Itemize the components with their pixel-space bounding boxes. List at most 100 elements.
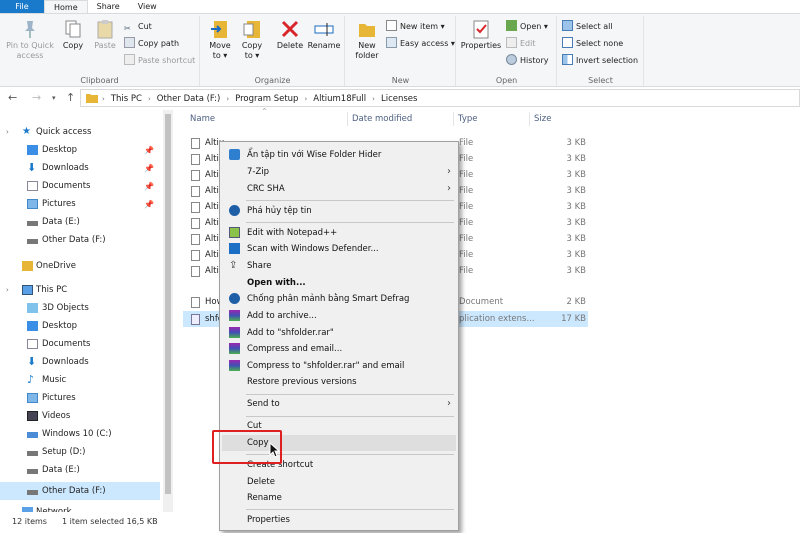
- sidebar-item-data-e-pc[interactable]: Data (E:): [0, 461, 160, 479]
- breadcrumb-other-data[interactable]: Other Data (F:): [153, 94, 225, 104]
- select-none-button[interactable]: Select none: [562, 37, 623, 50]
- breadcrumb-program-setup[interactable]: Program Setup: [231, 94, 302, 104]
- column-header-type[interactable]: Type: [458, 110, 478, 128]
- copy-button[interactable]: Copy: [59, 18, 87, 51]
- new-folder-button[interactable]: New folder: [350, 18, 384, 61]
- menu-item-restore-versions[interactable]: Restore previous versions: [222, 374, 456, 390]
- menu-item-crc-sha[interactable]: CRC SHA ›: [222, 181, 456, 197]
- paste-button[interactable]: Paste: [90, 18, 120, 51]
- sidebar-item-documents[interactable]: Documents 📌: [0, 177, 160, 195]
- cut-button[interactable]: ✂ Cut: [124, 20, 152, 33]
- menu-item-send-to[interactable]: Send to ›: [222, 396, 456, 412]
- sidebar-item-this-pc[interactable]: › This PC: [0, 281, 160, 299]
- sidebar-item-other-data-f[interactable]: Other Data (F:): [0, 231, 160, 249]
- invert-selection-button[interactable]: Invert selection: [562, 54, 638, 67]
- sidebar-item-documents-pc[interactable]: Documents: [0, 335, 160, 353]
- rename-button[interactable]: Rename: [307, 18, 341, 51]
- tab-view[interactable]: View: [129, 0, 166, 13]
- invert-selection-label: Invert selection: [576, 56, 639, 65]
- edit-button[interactable]: Edit: [506, 37, 536, 50]
- pin-icon[interactable]: 📌: [144, 178, 154, 196]
- open-button[interactable]: Open ▾: [506, 20, 548, 33]
- column-divider[interactable]: [347, 112, 348, 126]
- sidebar-item-label: Desktop: [42, 321, 78, 331]
- sidebar-item-pictures-pc[interactable]: Pictures: [0, 389, 160, 407]
- column-header-size[interactable]: Size: [534, 110, 551, 128]
- menu-item-7zip[interactable]: 7-Zip ›: [222, 164, 456, 180]
- tab-file[interactable]: File: [0, 0, 44, 13]
- properties-button[interactable]: Properties: [459, 18, 503, 51]
- drive-icon: [27, 239, 38, 244]
- select-all-label: Select all: [576, 22, 613, 31]
- pin-to-quick-access-button[interactable]: Pin to Quick access: [4, 18, 56, 61]
- move-to-button[interactable]: Move to ▾: [205, 18, 235, 61]
- expand-chevron-icon[interactable]: ›: [6, 123, 9, 141]
- expand-chevron-icon[interactable]: ›: [6, 281, 9, 299]
- sidebar-item-music[interactable]: ♪ Music: [0, 371, 160, 389]
- file-name: Alti: [205, 170, 219, 180]
- easy-access-button[interactable]: Easy access ▾: [386, 37, 455, 50]
- recent-locations-chevron-icon[interactable]: ▾: [52, 91, 56, 105]
- menu-item-open-with[interactable]: Open with...: [222, 275, 456, 291]
- paste-shortcut-button[interactable]: Paste shortcut: [124, 54, 195, 67]
- menu-item-rename[interactable]: Rename: [222, 490, 456, 506]
- file-icon: [191, 170, 200, 181]
- sidebar-item-downloads[interactable]: ⬇ Downloads 📌: [0, 159, 160, 177]
- sidebar-item-onedrive[interactable]: OneDrive: [0, 257, 160, 275]
- menu-item-edit-notepad-plus[interactable]: Edit with Notepad++: [222, 225, 456, 241]
- history-button[interactable]: History: [506, 54, 548, 67]
- sidebar-item-windows-c[interactable]: Windows 10 (C:): [0, 425, 160, 443]
- sidebar-scrollbar-thumb[interactable]: [165, 114, 171, 494]
- tab-home[interactable]: Home: [44, 0, 88, 13]
- menu-item-compress-email[interactable]: Compress and email...: [222, 341, 456, 357]
- file-type: File: [459, 154, 474, 164]
- column-divider[interactable]: [529, 112, 530, 126]
- copy-path-icon: [124, 37, 135, 48]
- menu-item-smart-defrag[interactable]: Chống phân mảnh bằng Smart Defrag: [222, 291, 456, 307]
- sidebar-item-videos[interactable]: Videos: [0, 407, 160, 425]
- tab-share[interactable]: Share: [88, 0, 129, 13]
- select-none-label: Select none: [576, 39, 624, 48]
- menu-separator: [246, 416, 454, 417]
- menu-item-properties[interactable]: Properties: [222, 512, 456, 528]
- sidebar-item-data-e[interactable]: Data (E:): [0, 213, 160, 231]
- sidebar-item-3d-objects[interactable]: 3D Objects: [0, 299, 160, 317]
- pin-icon[interactable]: 📌: [144, 160, 154, 178]
- sidebar-scrollbar[interactable]: [163, 110, 173, 512]
- sidebar-item-quick-access[interactable]: › ★ Quick access: [0, 123, 160, 141]
- new-item-button[interactable]: New item ▾: [386, 20, 445, 33]
- breadcrumb-this-pc[interactable]: This PC: [107, 94, 146, 104]
- sidebar-item-downloads-pc[interactable]: ⬇ Downloads: [0, 353, 160, 371]
- column-header-name[interactable]: Name: [190, 110, 215, 128]
- column-divider[interactable]: [453, 112, 454, 126]
- menu-item-add-to-archive[interactable]: Add to archive...: [222, 308, 456, 324]
- select-all-button[interactable]: Select all: [562, 20, 613, 33]
- copy-to-button[interactable]: Copy to ▾: [237, 18, 267, 61]
- sidebar-item-desktop[interactable]: Desktop 📌: [0, 141, 160, 159]
- menu-item-compress-rar-email[interactable]: Compress to "shfolder.rar" and email: [222, 358, 456, 374]
- pin-icon[interactable]: 📌: [144, 142, 154, 160]
- back-arrow-icon[interactable]: ←: [8, 91, 17, 105]
- menu-item-share[interactable]: ⇪ Share: [222, 258, 456, 274]
- menu-item-shred-file[interactable]: Phá hủy tệp tin: [222, 203, 456, 219]
- drive-icon: [27, 221, 38, 226]
- sidebar-item-other-data-f-pc[interactable]: Other Data (F:): [0, 482, 160, 500]
- sidebar-item-pictures[interactable]: Pictures 📌: [0, 195, 160, 213]
- edit-label: Edit: [520, 39, 536, 48]
- organize-group-label: Organize: [254, 76, 291, 85]
- sidebar-item-setup-d[interactable]: Setup (D:): [0, 443, 160, 461]
- up-arrow-icon[interactable]: ↑: [66, 91, 75, 105]
- sidebar-item-network[interactable]: Network: [0, 503, 160, 512]
- column-header-date-modified[interactable]: Date modified: [352, 110, 412, 128]
- breadcrumb-licenses[interactable]: Licenses: [377, 94, 421, 104]
- delete-button[interactable]: Delete: [275, 18, 305, 51]
- menu-item-add-to-rar[interactable]: Add to "shfolder.rar": [222, 325, 456, 341]
- menu-item-wise-folder-hider[interactable]: Ẩn tập tin với Wise Folder Hider: [222, 147, 456, 163]
- copy-path-button[interactable]: Copy path: [124, 37, 179, 50]
- sidebar-item-desktop-pc[interactable]: Desktop: [0, 317, 160, 335]
- pin-icon[interactable]: 📌: [144, 196, 154, 214]
- menu-item-delete[interactable]: Delete: [222, 474, 456, 490]
- forward-arrow-icon[interactable]: →: [32, 91, 41, 105]
- breadcrumb-altium18full[interactable]: Altium18Full: [309, 94, 370, 104]
- menu-item-scan-defender[interactable]: Scan with Windows Defender...: [222, 241, 456, 257]
